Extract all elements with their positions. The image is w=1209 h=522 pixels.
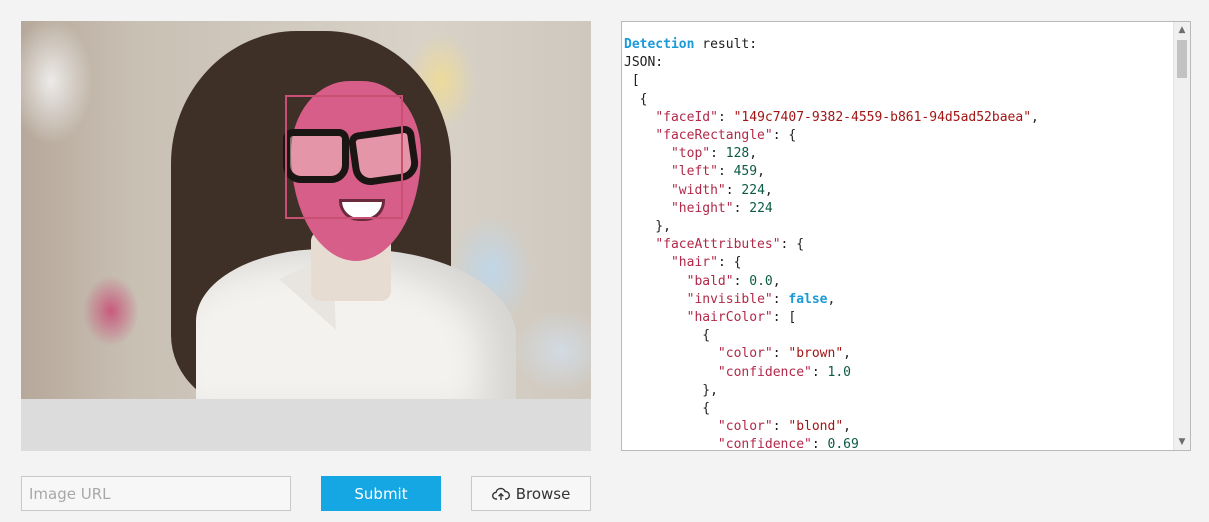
- json-output: Detection result: JSON: [ { "faceId": "1…: [624, 37, 1039, 451]
- json-scrollbar[interactable]: ▲ ▼: [1173, 22, 1190, 450]
- invisible-value: false: [788, 291, 828, 307]
- face-rectangle-overlay: [285, 95, 403, 219]
- rect-top-value: 128: [725, 146, 750, 162]
- scrollbar-thumb[interactable]: [1177, 40, 1187, 78]
- image-url-input[interactable]: [21, 476, 291, 511]
- format-label: JSON:: [624, 55, 664, 71]
- heading-label: Detection: [624, 37, 695, 52]
- rect-height-value: 224: [749, 200, 773, 216]
- hair-confidence-0: 1.0: [827, 364, 851, 380]
- hair-color-1: blond: [796, 419, 836, 435]
- heading-rest: result:: [694, 37, 758, 52]
- detection-result-panel[interactable]: Detection result: JSON: [ { "faceId": "1…: [621, 21, 1191, 451]
- scroll-down-arrow-icon[interactable]: ▼: [1174, 434, 1190, 450]
- image-preview-panel: [21, 21, 591, 451]
- hair-color-0: brown: [796, 346, 836, 362]
- submit-button[interactable]: Submit: [321, 476, 441, 511]
- uploaded-photo: [21, 21, 591, 399]
- rect-left-value: 459: [733, 164, 758, 180]
- hair-confidence-1: 0.69: [827, 437, 859, 451]
- bald-value: 0.0: [749, 273, 773, 289]
- cloud-upload-icon: [491, 487, 510, 501]
- scroll-up-arrow-icon[interactable]: ▲: [1174, 22, 1190, 38]
- browse-button[interactable]: Browse: [471, 476, 591, 511]
- browse-label: Browse: [515, 484, 571, 503]
- rect-width-value: 224: [741, 182, 765, 198]
- face-id-value: 149c7407-9382-4559-b861-94d5ad52baea: [741, 109, 1024, 125]
